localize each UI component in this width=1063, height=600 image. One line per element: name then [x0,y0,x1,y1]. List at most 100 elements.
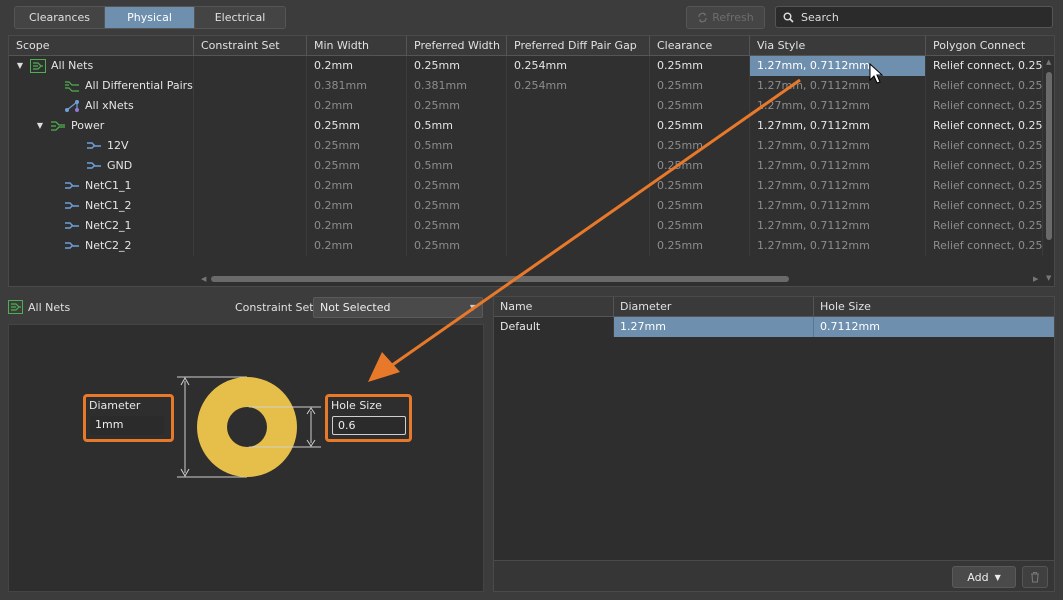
clearance-cell[interactable]: 0.25mm [650,156,750,176]
min-width-cell[interactable]: 0.2mm [307,216,407,236]
scope-cell[interactable]: ▼ Power [9,116,194,136]
min-width-cell[interactable]: 0.2mm [307,196,407,216]
pref-width-cell[interactable]: 0.25mm [407,216,507,236]
table-row[interactable]: All xNets 0.2mm 0.25mm 0.25mm 1.27mm, 0.7112… [9,96,1043,116]
via-diameter-cell[interactable]: 1.27mm [614,317,814,337]
via-style-cell[interactable]: 1.27mm, 0.7112mm [750,136,926,156]
scroll-right-icon[interactable]: ▶ [1033,275,1038,283]
polygon-cell[interactable]: Relief connect, 0.254 [926,156,1043,176]
scope-cell[interactable]: ▼ All Nets [9,56,194,76]
clearance-cell[interactable]: 0.25mm [650,136,750,156]
col-diameter[interactable]: Diameter [614,297,814,317]
tab-physical[interactable]: Physical [105,7,195,28]
via-style-cell[interactable]: 1.27mm, 0.7112mm [750,116,926,136]
constraint-cell[interactable] [194,136,307,156]
col-polygon-connect[interactable]: Polygon Connect [926,36,1054,56]
min-width-cell[interactable]: 0.2mm [307,56,407,76]
min-width-cell[interactable]: 0.25mm [307,136,407,156]
constraint-set-select[interactable]: Not Selected ▼ [313,297,483,318]
diff-gap-cell[interactable] [507,196,650,216]
min-width-cell[interactable]: 0.2mm [307,176,407,196]
expand-toggle-icon[interactable]: ▼ [15,56,25,76]
pref-width-cell[interactable]: 0.5mm [407,136,507,156]
table-row[interactable]: NetC2_2 0.2mm 0.25mm 0.25mm 1.27mm, 0.7112mm… [9,236,1043,256]
col-preferred-width[interactable]: Preferred Width [407,36,507,56]
table-row[interactable]: NetC1_2 0.2mm 0.25mm 0.25mm 1.27mm, 0.7112mm… [9,196,1043,216]
scope-cell[interactable]: All xNets [9,96,194,116]
via-style-cell[interactable]: 1.27mm, 0.7112mm [750,76,926,96]
via-style-cell[interactable]: 1.27mm, 0.7112mm [750,176,926,196]
clearance-cell[interactable]: 0.25mm [650,176,750,196]
col-scope[interactable]: Scope [9,36,194,56]
diff-gap-cell[interactable] [507,156,650,176]
min-width-cell[interactable]: 0.2mm [307,96,407,116]
clearance-cell[interactable]: 0.25mm [650,76,750,96]
min-width-cell[interactable]: 0.25mm [307,156,407,176]
table-row[interactable]: ▼ All Nets 0.2mm 0.25mm 0.254mm 0.25mm 1.27mm,… [9,56,1043,76]
polygon-cell[interactable]: Relief connect, 0.254 [926,56,1043,76]
add-button[interactable]: Add ▼ [952,566,1016,588]
table-row[interactable]: ▼ Power 0.25mm 0.5mm 0.25mm 1.27mm, 0.7112mm R… [9,116,1043,136]
scroll-left-icon[interactable]: ◀ [201,275,206,283]
clearance-cell[interactable]: 0.25mm [650,56,750,76]
scope-cell[interactable]: NetC2_2 [9,236,194,256]
constraint-cell[interactable] [194,176,307,196]
constraint-cell[interactable] [194,196,307,216]
col-hole-size[interactable]: Hole Size [814,297,1054,317]
pref-width-cell[interactable]: 0.25mm [407,196,507,216]
pref-width-cell[interactable]: 0.25mm [407,176,507,196]
diameter-input[interactable]: 1mm [90,416,164,435]
table-row[interactable]: All Differential Pairs 0.381mm 0.381mm 0.25… [9,76,1043,96]
scroll-up-icon[interactable]: ▲ [1046,58,1051,66]
scope-cell[interactable]: NetC1_2 [9,196,194,216]
horizontal-scroll-thumb[interactable] [211,276,789,282]
polygon-cell[interactable]: Relief connect, 0.254 [926,216,1043,236]
diff-gap-cell[interactable] [507,236,650,256]
via-hole-cell[interactable]: 0.7112mm [814,317,1054,337]
table-row[interactable]: Default 1.27mm 0.7112mm [494,317,1054,337]
min-width-cell[interactable]: 0.2mm [307,236,407,256]
hole-size-input[interactable]: 0.6 [332,416,406,435]
clearance-cell[interactable]: 0.25mm [650,236,750,256]
expand-toggle-icon[interactable]: ▼ [35,116,45,136]
min-width-cell[interactable]: 0.381mm [307,76,407,96]
col-clearance[interactable]: Clearance [650,36,750,56]
pref-width-cell[interactable]: 0.5mm [407,116,507,136]
polygon-cell[interactable]: Relief connect, 0.254 [926,136,1043,156]
via-style-cell[interactable]: 1.27mm, 0.7112mm [750,156,926,176]
clearance-cell[interactable]: 0.25mm [650,196,750,216]
tab-clearances[interactable]: Clearances [15,7,105,28]
polygon-cell[interactable]: Relief connect, 0.254 [926,176,1043,196]
diff-gap-cell[interactable] [507,136,650,156]
scroll-down-icon[interactable]: ▼ [1046,274,1051,282]
col-min-width[interactable]: Min Width [307,36,407,56]
polygon-cell[interactable]: Relief connect, 0.254 [926,236,1043,256]
polygon-cell[interactable]: Relief connect, 0.254 [926,76,1043,96]
table-row[interactable]: NetC1_1 0.2mm 0.25mm 0.25mm 1.27mm, 0.7112mm… [9,176,1043,196]
polygon-cell[interactable]: Relief connect, 0.254 [926,116,1043,136]
via-style-cell[interactable]: 1.27mm, 0.7112mm [750,96,926,116]
table-row[interactable]: 12V 0.25mm 0.5mm 0.25mm 1.27mm, 0.7112mm Reli… [9,136,1043,156]
horizontal-scrollbar[interactable]: ◀ ▶ [9,272,1043,286]
diff-gap-cell[interactable] [507,216,650,236]
via-style-cell[interactable]: 1.27mm, 0.7112mm [750,236,926,256]
clearance-cell[interactable]: 0.25mm [650,96,750,116]
min-width-cell[interactable]: 0.25mm [307,116,407,136]
pref-width-cell[interactable]: 0.25mm [407,236,507,256]
pref-width-cell[interactable]: 0.5mm [407,156,507,176]
scope-cell[interactable]: NetC2_1 [9,216,194,236]
pref-width-cell[interactable]: 0.25mm [407,96,507,116]
constraint-cell[interactable] [194,236,307,256]
vertical-scrollbar[interactable]: ▲ ▼ [1043,56,1054,286]
col-name[interactable]: Name [494,297,614,317]
constraint-cell[interactable] [194,96,307,116]
scope-cell[interactable]: 12V [9,136,194,156]
clearance-cell[interactable]: 0.25mm [650,216,750,236]
via-name-cell[interactable]: Default [494,317,614,337]
constraint-cell[interactable] [194,116,307,136]
delete-button[interactable] [1022,566,1048,588]
tab-electrical[interactable]: Electrical [195,7,285,28]
scope-cell[interactable]: GND [9,156,194,176]
diff-gap-cell[interactable] [507,96,650,116]
pref-width-cell[interactable]: 0.25mm [407,56,507,76]
